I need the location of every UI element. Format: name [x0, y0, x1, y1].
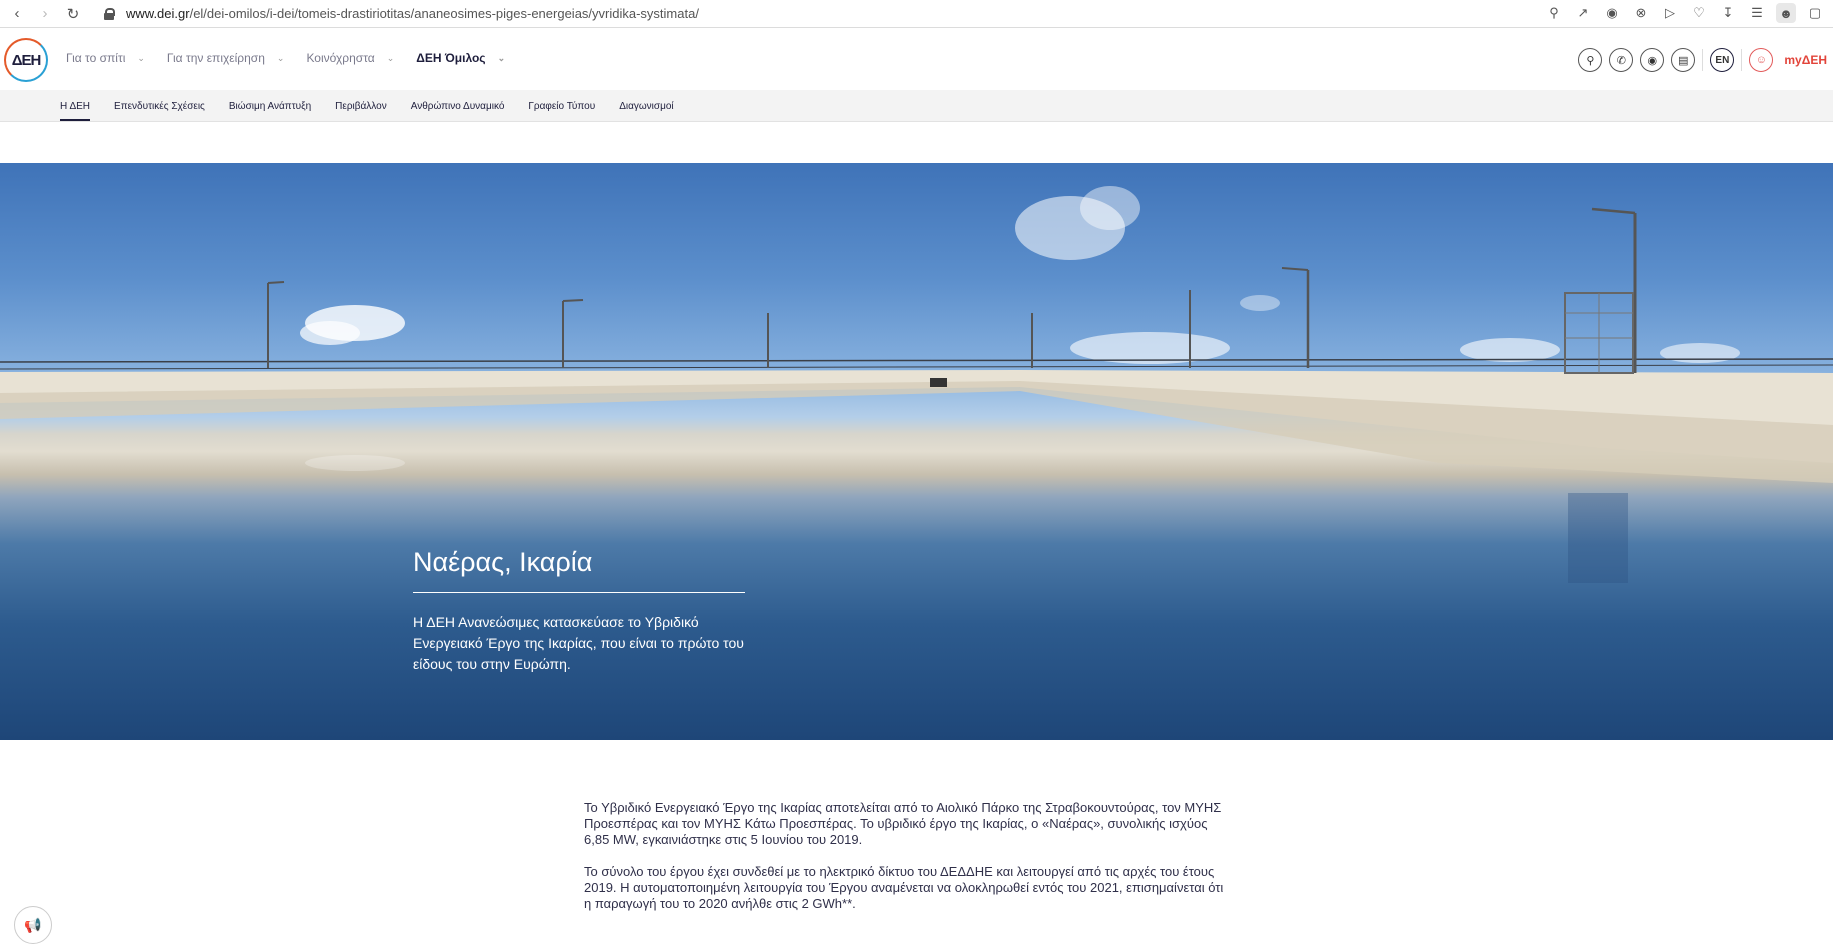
- location-pin-icon[interactable]: ◉: [1640, 48, 1665, 72]
- paragraph: Το σύνολο του έργου έχει συνδεθεί με το …: [584, 864, 1224, 911]
- site-header: ΔΕΗ Για το σπίτι ⌄ Για την επιχείρηση ⌄ Κο…: [0, 29, 1833, 90]
- subnav-item-sustainability[interactable]: Βιώσιμη Ανάπτυξη: [229, 90, 311, 122]
- chevron-down-icon: ⌄: [276, 52, 285, 63]
- lock-icon: [104, 8, 115, 20]
- nav-item-label: Κοινόχρηστα: [306, 51, 375, 65]
- paragraph: Το Υβριδικό Ενεργειακό Έργο της Ικαρίας …: [584, 800, 1222, 847]
- forward-icon[interactable]: ›: [34, 3, 56, 25]
- heart-icon[interactable]: ♡: [1689, 3, 1709, 23]
- nav-item-label: Για το σπίτι: [66, 51, 126, 65]
- block-icon[interactable]: ⊗: [1631, 3, 1651, 23]
- main-nav: Για το σπίτι ⌄ Για την επιχείρηση ⌄ Κοινόχ…: [66, 51, 527, 65]
- address-bar[interactable]: www.dei.gr/el/dei-omilos/i-dei/tomeis-dr…: [104, 3, 699, 25]
- user-icon[interactable]: ☺: [1749, 48, 1774, 72]
- chevron-down-icon: ⌄: [386, 52, 395, 63]
- bill-icon[interactable]: ▤: [1671, 48, 1696, 72]
- chevron-down-icon: ⌄: [497, 52, 506, 63]
- dei-logo[interactable]: ΔΕΗ: [4, 38, 48, 82]
- reservoir-photo: [0, 186, 1833, 583]
- reload-icon[interactable]: ↻: [62, 3, 84, 25]
- header-tools: ⚲ ✆ ◉ ▤ EN ☺ myΔΕΗ: [1578, 48, 1827, 72]
- nav-item-label: Για την επιχείρηση: [166, 51, 265, 65]
- play-icon[interactable]: ▷: [1660, 3, 1680, 23]
- mydeh-link[interactable]: myΔΕΗ: [1784, 53, 1827, 67]
- divider: [1702, 49, 1704, 71]
- hero-banner: Ναέρας, Ικαρία Η ΔΕΗ Ανανεώσιμες κατασκε…: [0, 163, 1833, 740]
- share-icon[interactable]: ↗: [1573, 3, 1593, 23]
- hero-description: Η ΔΕΗ Ανανεώσιμες κατασκεύασε το Υβριδικ…: [413, 614, 744, 672]
- cube-icon[interactable]: ▢: [1805, 3, 1825, 23]
- zoom-icon[interactable]: ⚲: [1544, 3, 1564, 23]
- download-icon[interactable]: ↧: [1718, 3, 1738, 23]
- nav-item-label: ΔΕΗ Όμιλος: [416, 51, 486, 65]
- hero-title: Ναέρας, Ικαρία: [413, 547, 745, 593]
- subnav-item-press[interactable]: Γραφείο Τύπου: [528, 90, 595, 122]
- subnav-item-environment[interactable]: Περιβάλλον: [335, 90, 387, 122]
- browser-extensions: ⚲ ↗ ◉ ⊗ ▷ ♡ ↧ ☰ ☻ ▢: [1544, 3, 1825, 23]
- camera-icon[interactable]: ◉: [1602, 3, 1622, 23]
- language-toggle[interactable]: EN: [1710, 48, 1735, 72]
- subnav-item-tenders[interactable]: Διαγωνισμοί: [619, 90, 673, 122]
- search-icon[interactable]: ⚲: [1578, 48, 1603, 72]
- back-icon[interactable]: ‹: [6, 3, 28, 25]
- chevron-down-icon: ⌄: [137, 52, 145, 63]
- url-path: /el/dei-omilos/i-dei/tomeis-drastiriotit…: [189, 6, 699, 21]
- menu-icon[interactable]: ☰: [1747, 3, 1767, 23]
- nav-item-home[interactable]: Για το σπίτι ⌄: [66, 51, 145, 65]
- profile-icon[interactable]: ☻: [1776, 3, 1796, 23]
- subnav-item-investors[interactable]: Επενδυτικές Σχέσεις: [114, 90, 205, 122]
- nav-item-group[interactable]: ΔΕΗ Όμιλος ⌄: [416, 51, 505, 65]
- nav-item-common[interactable]: Κοινόχρηστα ⌄: [306, 51, 394, 65]
- subnav-item-human-resources[interactable]: Ανθρώπινο Δυναμικό: [411, 90, 505, 122]
- nav-item-business[interactable]: Για την επιχείρηση ⌄: [167, 51, 285, 65]
- url-host: www.dei.gr: [126, 6, 190, 21]
- sub-nav: Η ΔΕΗ Επενδυτικές Σχέσεις Βιώσιμη Ανάπτυ…: [0, 90, 1833, 122]
- article-body: Το Υβριδικό Ενεργειακό Έργο της Ικαρίας …: [584, 800, 1232, 928]
- subnav-item-dei[interactable]: Η ΔΕΗ: [60, 90, 91, 122]
- phone-icon[interactable]: ✆: [1609, 48, 1634, 72]
- megaphone-icon[interactable]: 📢: [14, 906, 52, 944]
- divider: [1741, 49, 1743, 71]
- hero-text: Ναέρας, Ικαρία Η ΔΕΗ Ανανεώσιμες κατασκε…: [413, 547, 745, 675]
- browser-toolbar: ‹ › ↻ www.dei.gr/el/dei-omilos/i-dei/tom…: [0, 0, 1833, 28]
